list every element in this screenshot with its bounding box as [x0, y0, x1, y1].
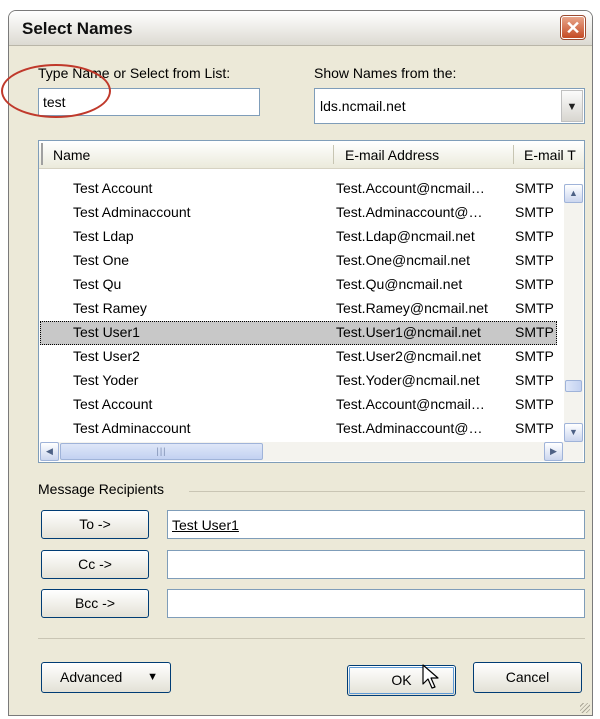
- row-type: SMTP: [515, 396, 554, 412]
- column-header-email[interactable]: E-mail Address: [345, 147, 439, 163]
- horizontal-scrollbar[interactable]: ◀ ||| ▶: [40, 442, 583, 461]
- row-email: Test.Adminaccount@…: [336, 204, 483, 220]
- mouse-pointer-icon: [422, 664, 439, 689]
- chevron-down-icon[interactable]: ▼: [561, 90, 583, 122]
- address-book-value: lds.ncmail.net: [320, 98, 406, 114]
- row-type: SMTP: [515, 348, 554, 364]
- bcc-button-label: Bcc ->: [74, 595, 116, 611]
- row-name: Test User2: [73, 348, 140, 364]
- row-name: Test One: [73, 252, 130, 268]
- row-name: Test Adminaccount: [73, 420, 191, 436]
- column-divider[interactable]: [513, 145, 514, 164]
- row-name: Test Ramey: [73, 300, 147, 316]
- row-email: Test.User2@ncmail.net: [336, 348, 481, 364]
- header-grip: [41, 143, 43, 165]
- address-book-select[interactable]: lds.ncmail.net ▼: [314, 88, 585, 124]
- row-email: Test.Qu@ncmail.net: [336, 276, 463, 292]
- column-header-name[interactable]: Name: [53, 147, 90, 163]
- list-item[interactable]: Test One Test.One@ncmail.net SMTP: [40, 249, 557, 273]
- row-type: SMTP: [515, 228, 554, 244]
- scroll-up-icon[interactable]: ▲: [564, 184, 583, 203]
- list-item[interactable]: Test Yoder Test.Yoder@ncmail.net SMTP: [40, 369, 557, 393]
- footer-divider: [38, 638, 585, 639]
- row-type: SMTP: [515, 300, 554, 316]
- list-item[interactable]: Test Adminaccount Test.Adminaccount@… SMTP: [40, 201, 557, 225]
- select-names-dialog: Select Names ✕ Type Name or Select from …: [8, 10, 593, 716]
- row-email: Test.Ramey@ncmail.net: [336, 300, 488, 316]
- recipients-group-label: Message Recipients: [38, 481, 165, 497]
- row-type: SMTP: [515, 252, 554, 268]
- to-button-label: To ->: [79, 516, 111, 532]
- list-item[interactable]: Test Qu Test.Qu@ncmail.net SMTP: [40, 273, 557, 297]
- resize-grip[interactable]: [580, 703, 590, 713]
- list-item[interactable]: Test Account Test.Account@ncmail… SMTP: [40, 393, 557, 417]
- list-header: Name E-mail Address E-mail T: [39, 141, 584, 169]
- list-item[interactable]: Test Account Test.Account@ncmail… SMTP: [40, 177, 557, 201]
- title-bar: Select Names ✕: [9, 11, 592, 46]
- scroll-right-icon[interactable]: ▶: [544, 442, 563, 461]
- window-title: Select Names: [22, 19, 133, 38]
- bcc-button[interactable]: Bcc ->: [41, 589, 149, 618]
- row-email: Test.User1@ncmail.net: [336, 324, 481, 340]
- to-recipient[interactable]: Test User1: [172, 517, 239, 533]
- row-email: Test.Account@ncmail…: [336, 396, 485, 412]
- row-type: SMTP: [515, 324, 554, 340]
- advanced-button-label: Advanced: [60, 669, 123, 685]
- cc-field[interactable]: [167, 550, 585, 579]
- names-list[interactable]: Name E-mail Address E-mail T Test Accoun…: [38, 140, 585, 463]
- vertical-scrollbar[interactable]: ▲ ▼: [564, 184, 583, 442]
- row-type: SMTP: [515, 372, 554, 388]
- to-button[interactable]: To ->: [41, 510, 149, 539]
- cancel-button[interactable]: Cancel: [473, 662, 582, 693]
- row-email: Test.Account@ncmail…: [336, 180, 485, 196]
- row-name: Test Account: [73, 180, 153, 196]
- row-name: Test Ldap: [73, 228, 134, 244]
- cancel-button-label: Cancel: [505, 669, 550, 685]
- row-type: SMTP: [515, 180, 554, 196]
- advanced-button[interactable]: Advanced ▼: [41, 662, 171, 693]
- list-item[interactable]: Test User2 Test.User2@ncmail.net SMTP: [40, 345, 557, 369]
- row-type: SMTP: [515, 204, 554, 220]
- chevron-down-icon: ▼: [147, 671, 158, 683]
- row-name: Test Yoder: [73, 372, 139, 388]
- address-book-label: Show Names from the:: [314, 65, 457, 81]
- row-email: Test.One@ncmail.net: [336, 252, 471, 268]
- row-email: Test.Ldap@ncmail.net: [336, 228, 475, 244]
- list-item[interactable]: Test Adminaccount Test.Adminaccount@… SMTP: [40, 417, 557, 441]
- horizontal-scroll-thumb[interactable]: |||: [60, 443, 263, 460]
- row-name: Test User1: [73, 324, 140, 340]
- row-name: Test Qu: [73, 276, 122, 292]
- cc-button[interactable]: Cc ->: [41, 550, 149, 579]
- list-item-selected[interactable]: Test User1 Test.User1@ncmail.net SMTP: [40, 321, 557, 345]
- row-type: SMTP: [515, 276, 554, 292]
- row-email: Test.Yoder@ncmail.net: [336, 372, 480, 388]
- cc-button-label: Cc ->: [78, 556, 112, 572]
- vertical-scroll-thumb[interactable]: [565, 380, 582, 392]
- scroll-down-icon[interactable]: ▼: [564, 423, 583, 442]
- row-name: Test Account: [73, 396, 153, 412]
- row-name: Test Adminaccount: [73, 204, 191, 220]
- ok-button-label: OK: [391, 672, 412, 688]
- row-email: Test.Adminaccount@…: [336, 420, 483, 436]
- list-item[interactable]: Test Ramey Test.Ramey@ncmail.net SMTP: [40, 297, 557, 321]
- column-header-email-type[interactable]: E-mail T: [524, 147, 576, 163]
- bcc-field[interactable]: [167, 589, 585, 618]
- group-divider: [189, 491, 585, 492]
- column-divider[interactable]: [333, 145, 334, 164]
- annotation-circle: [1, 64, 111, 118]
- to-field[interactable]: Test User1: [167, 510, 585, 539]
- close-icon: ✕: [565, 18, 581, 38]
- close-button[interactable]: ✕: [560, 15, 586, 40]
- scroll-left-icon[interactable]: ◀: [40, 442, 59, 461]
- row-type: SMTP: [515, 420, 554, 436]
- list-item[interactable]: Test Ldap Test.Ldap@ncmail.net SMTP: [40, 225, 557, 249]
